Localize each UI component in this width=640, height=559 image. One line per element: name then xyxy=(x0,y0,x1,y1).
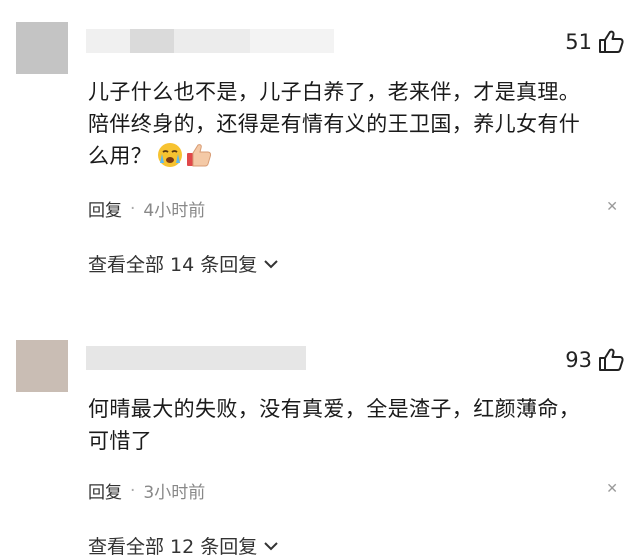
close-icon[interactable]: ✕ xyxy=(606,199,618,215)
emoji-group xyxy=(156,141,213,169)
comment-text: 儿子什么也不是，儿子白养了，老来伴，才是真理。 陪伴终身的，还得是有情有义的王卫… xyxy=(88,76,618,172)
comment-line: 何晴最大的失败，没有真爱，全是渣子，红颜薄命， xyxy=(88,397,581,421)
expand-replies-button[interactable]: 查看全部 14 条回复 xyxy=(88,250,279,277)
username-blurred[interactable] xyxy=(86,29,334,53)
comment-line: 儿子什么也不是，儿子白养了，老来伴，才是真理。 xyxy=(88,80,581,104)
thumbs-up-icon xyxy=(599,348,624,371)
comment-item: 93 何晴最大的失败，没有真爱，全是渣子，红颜薄命， 可惜了 回复 · 3小时前… xyxy=(0,340,640,558)
timestamp: 3小时前 xyxy=(143,483,206,503)
reply-button[interactable]: 回复 xyxy=(88,196,122,221)
meta-separator: · xyxy=(130,480,136,501)
thumbs-up-emoji-icon xyxy=(187,144,212,167)
like-count: 51 xyxy=(565,30,592,54)
thumbs-up-icon xyxy=(599,30,624,53)
comment-meta: 回复 · 4小时前 xyxy=(88,196,206,222)
meta-separator: · xyxy=(130,198,136,219)
like-button[interactable]: 51 xyxy=(565,30,624,54)
avatar[interactable] xyxy=(16,22,68,74)
comment-line: 可惜了 xyxy=(88,429,153,453)
close-icon[interactable]: ✕ xyxy=(606,481,618,497)
comment-text: 何晴最大的失败，没有真爱，全是渣子，红颜薄命， 可惜了 xyxy=(88,393,618,457)
comment-line: 陪伴终身的，还得是有情有义的王卫国，养儿女有什 xyxy=(88,112,581,136)
like-button[interactable]: 93 xyxy=(565,348,624,372)
like-count: 93 xyxy=(565,348,592,372)
reply-button[interactable]: 回复 xyxy=(88,478,122,503)
crying-emoji-icon xyxy=(158,143,183,167)
chevron-down-icon xyxy=(264,259,278,268)
comment-line: 么用？ xyxy=(88,144,153,168)
comment-meta: 回复 · 3小时前 xyxy=(88,478,206,504)
timestamp: 4小时前 xyxy=(143,201,206,221)
expand-replies-label: 查看全部 12 条回复 xyxy=(88,536,258,558)
expand-replies-button[interactable]: 查看全部 12 条回复 xyxy=(88,532,279,559)
username-blurred[interactable] xyxy=(86,346,306,370)
expand-replies-label: 查看全部 14 条回复 xyxy=(88,254,258,276)
avatar[interactable] xyxy=(16,340,68,392)
comment-item: 51 儿子什么也不是，儿子白养了，老来伴，才是真理。 陪伴终身的，还得是有情有义… xyxy=(0,22,640,282)
chevron-down-icon xyxy=(264,541,278,550)
